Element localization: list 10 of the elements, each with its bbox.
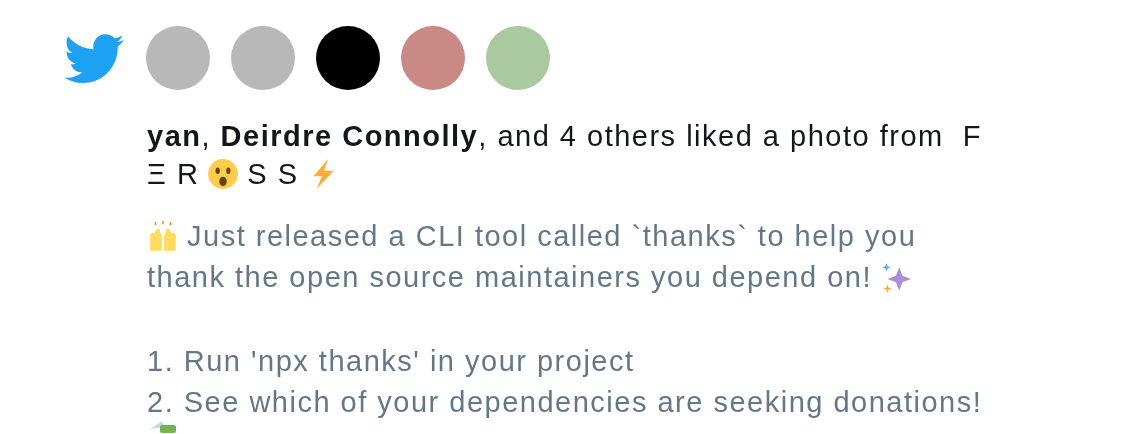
tweet-text: Just released a CLI tool called `thanks` to help you <box>187 219 917 254</box>
notification-text: yan, Deirdre Connolly, and 4 others liked a photo from F <box>147 119 982 154</box>
tweet-text: 2. See which of your dependencies are seeking donations! <box>147 385 983 420</box>
notification-text: S S <box>247 157 299 192</box>
astonished-face-icon <box>207 158 240 190</box>
bird-logo-icon <box>64 34 124 84</box>
tweet-text: thank the open source maintainers you depend on! <box>147 260 872 295</box>
notification-text: Ξ R <box>147 157 200 192</box>
raised-hands-icon <box>147 220 179 253</box>
tweet-text: 1. Run 'npx thanks' in your project <box>147 344 635 379</box>
